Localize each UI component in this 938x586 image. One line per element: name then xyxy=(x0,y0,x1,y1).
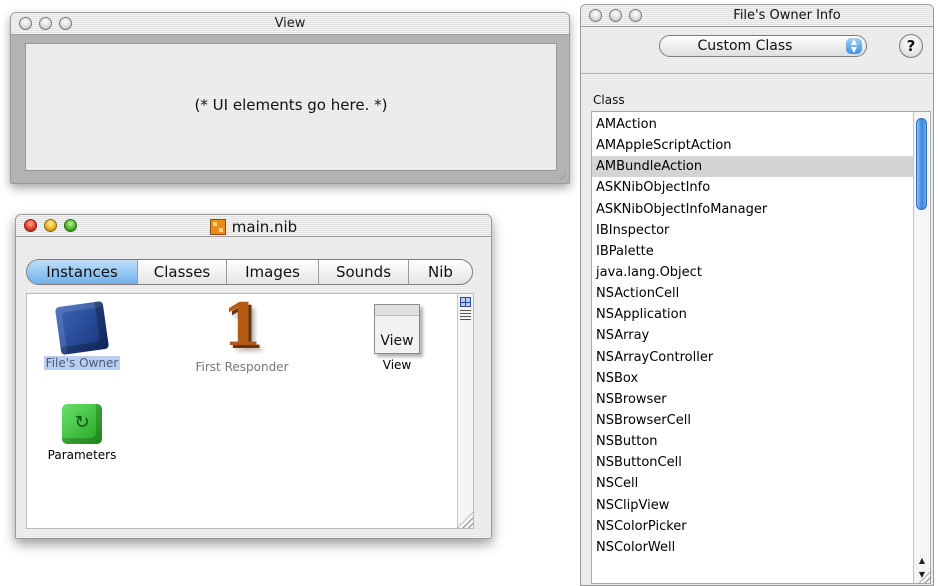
instance-label: Parameters xyxy=(47,448,117,462)
blue-cube-icon xyxy=(54,300,110,356)
class-list-item[interactable]: NSArrayController xyxy=(592,347,914,368)
class-list-item[interactable]: ASKNibObjectInfoManager xyxy=(592,199,914,220)
nib-tab-bar: Instances Classes Images Sounds Nib xyxy=(26,259,473,285)
instance-label: View xyxy=(382,358,412,372)
instance-parameters[interactable]: ↻ Parameters xyxy=(27,404,137,462)
view-window-titlebar[interactable]: View xyxy=(11,13,569,35)
class-list-scrollbar[interactable]: ▲ ▼ xyxy=(913,112,930,583)
class-list-item[interactable]: NSBrowserCell xyxy=(592,410,914,431)
class-list-item[interactable]: NSArray xyxy=(592,325,914,346)
class-list-item[interactable]: NSBox xyxy=(592,368,914,389)
inspector-mode-popup[interactable]: Custom Class ▲ ▼ xyxy=(659,35,867,57)
instance-view[interactable]: View View xyxy=(357,304,437,372)
view-window: View (* UI elements go here. *) xyxy=(10,12,570,184)
list-view-mode-icon[interactable] xyxy=(460,310,471,320)
class-list-item[interactable]: AMAppleScriptAction xyxy=(592,135,914,156)
scroll-thumb[interactable] xyxy=(916,118,927,210)
nib-window-title: main.nib xyxy=(231,218,298,236)
class-list-item[interactable]: NSColorWell xyxy=(592,537,914,558)
nib-window: main.nib Instances Classes Images Sounds… xyxy=(15,214,492,539)
instance-label: File's Owner xyxy=(43,356,121,370)
nib-file-icon xyxy=(209,219,226,235)
instances-scrollbar[interactable] xyxy=(457,294,473,528)
instances-panel: File's Owner 1 First Responder View View… xyxy=(26,293,474,529)
info-window-titlebar[interactable]: File's Owner Info xyxy=(581,5,933,27)
info-window-title: File's Owner Info xyxy=(733,8,841,23)
instance-first-responder[interactable]: 1 First Responder xyxy=(182,294,302,374)
divider xyxy=(581,73,933,74)
instance-label: First Responder xyxy=(195,360,289,374)
class-list-item[interactable]: NSBrowser xyxy=(592,389,914,410)
class-list-item[interactable]: NSApplication xyxy=(592,304,914,325)
class-list-item[interactable]: NSCell xyxy=(592,473,914,494)
class-list-item[interactable]: ASKNibObjectInfo xyxy=(592,177,914,198)
class-list[interactable]: AMAction AMAppleScriptAction AMBundleAct… xyxy=(591,111,931,584)
class-list-item[interactable]: AMAction xyxy=(592,114,914,135)
info-window: File's Owner Info Custom Class ▲ ▼ ? Clas… xyxy=(580,4,934,586)
icon-view-mode-icon[interactable] xyxy=(460,297,471,307)
class-list-item[interactable]: NSColorPicker xyxy=(592,516,914,537)
green-cube-icon: ↻ xyxy=(62,404,102,444)
class-list-item[interactable]: NSButton xyxy=(592,431,914,452)
minimize-button[interactable] xyxy=(609,9,622,22)
tab-instances[interactable]: Instances xyxy=(27,260,138,284)
instance-files-owner[interactable]: File's Owner xyxy=(27,300,137,370)
class-list-item-selected[interactable]: AMBundleAction xyxy=(592,156,914,178)
nib-window-titlebar[interactable]: main.nib xyxy=(16,215,491,237)
class-list-item[interactable]: NSButtonCell xyxy=(592,452,914,473)
refresh-icon: ↻ xyxy=(74,412,90,433)
popup-label: Custom Class xyxy=(697,38,793,54)
scroll-up-arrow-icon[interactable]: ▲ xyxy=(914,554,930,568)
tab-sounds[interactable]: Sounds xyxy=(319,260,409,284)
tab-classes[interactable]: Classes xyxy=(138,260,227,284)
view-placeholder-text: (* UI elements go here. *) xyxy=(194,96,388,114)
class-list-item[interactable]: IBPalette xyxy=(592,241,914,262)
tab-nib[interactable]: Nib xyxy=(409,260,472,284)
help-button[interactable]: ? xyxy=(899,34,923,58)
popup-arrows-icon: ▲ ▼ xyxy=(846,38,862,54)
class-column-header: Class xyxy=(593,93,625,107)
view-object-icon: View xyxy=(374,304,420,354)
class-list-item[interactable]: java.lang.Object xyxy=(592,262,914,283)
class-list-item[interactable]: NSClipView xyxy=(592,495,914,516)
class-list-item[interactable]: NSActionCell xyxy=(592,283,914,304)
first-responder-icon: 1 xyxy=(221,291,263,359)
class-list-item[interactable]: IBInspector xyxy=(592,220,914,241)
tab-images[interactable]: Images xyxy=(227,260,319,284)
view-content-area[interactable]: (* UI elements go here. *) xyxy=(25,43,557,171)
view-window-title: View xyxy=(274,16,306,31)
close-button[interactable] xyxy=(589,9,602,22)
